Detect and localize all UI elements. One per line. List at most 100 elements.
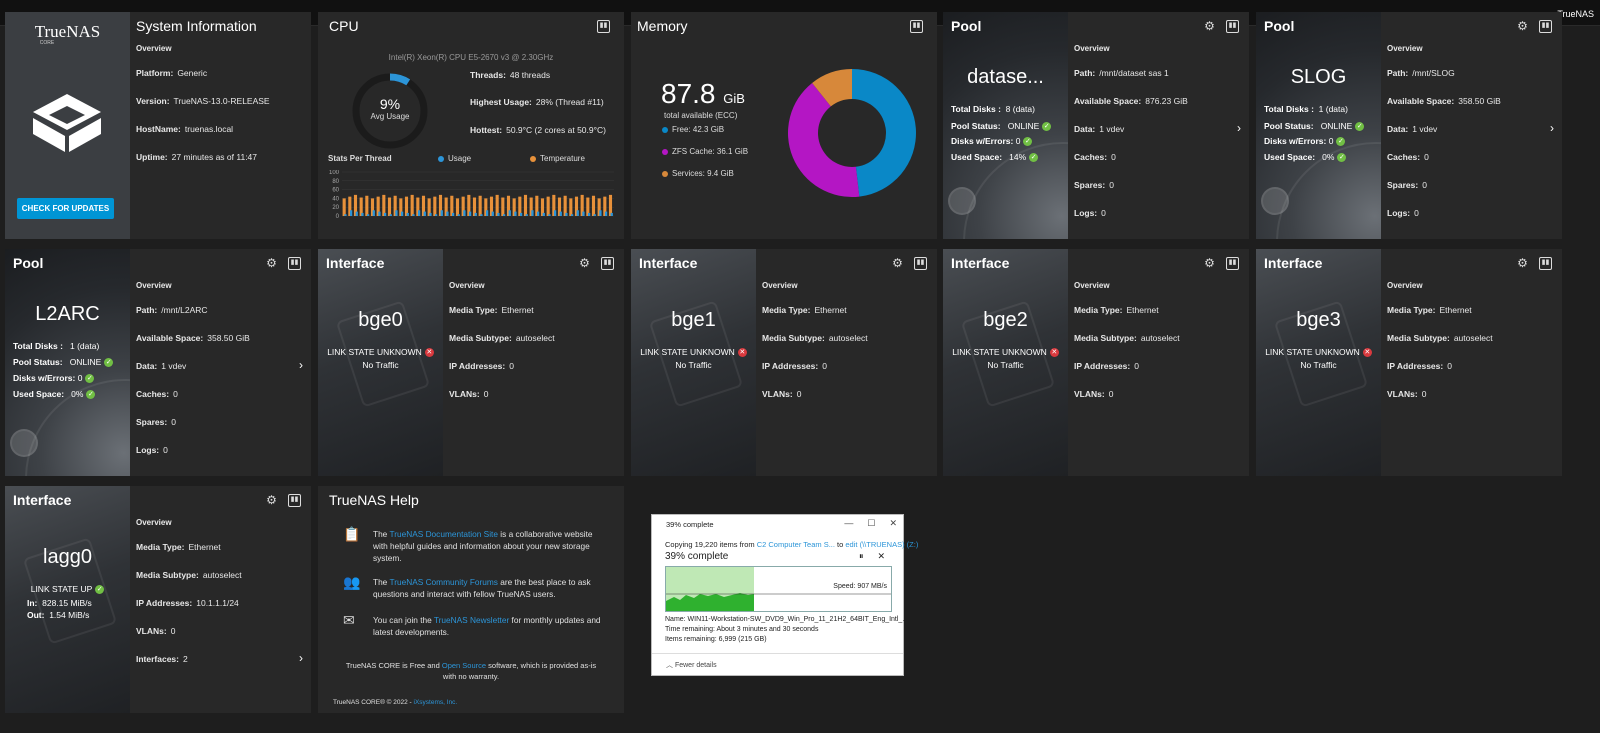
file-copy-dialog: 39% complete — ☐ ✕ Copying 19,220 items … — [651, 514, 918, 676]
interface-settings-gear-icon[interactable]: ⚙ — [578, 257, 591, 270]
media-type-row: Media Type: Ethernet — [1387, 305, 1472, 315]
ixsystems-link[interactable]: iXsystems, Inc. — [414, 699, 458, 706]
people-icon: 👥 — [343, 574, 361, 590]
open-source-link[interactable]: Open Source — [442, 661, 486, 670]
copying-text: Copying 19,220 items from C2 Computer Te… — [665, 540, 919, 549]
threads-row: Threads: 48 threads — [470, 70, 551, 80]
thread-temperature-bar — [546, 196, 550, 216]
pool-reports-icon[interactable]: ▮▮ — [1226, 20, 1239, 33]
fewer-details-button[interactable]: ︿ Fewer details — [666, 660, 717, 670]
pool-total-disks: Total Disks : 1 (data) — [1264, 104, 1348, 114]
pool-avail-row: Available Space: 358.50 GiB — [136, 333, 250, 343]
check-for-updates-button[interactable]: CHECK FOR UPDATES — [17, 198, 114, 219]
cancel-copy-icon[interactable]: ✕ — [877, 551, 885, 562]
thread-usage-bar — [587, 212, 591, 216]
pool-path-row: Path:/mnt/SLOG — [1387, 68, 1455, 78]
media-type-row: Media Type: Ethernet — [136, 542, 221, 552]
temperature-legend: Temperature — [530, 154, 585, 163]
newsletter-link[interactable]: TrueNAS Newsletter — [434, 615, 509, 625]
maximize-icon[interactable]: ☐ — [867, 518, 875, 529]
data-chevron-right-icon[interactable]: › — [1237, 121, 1241, 135]
percent-complete: 39% complete — [665, 551, 729, 562]
transfer-speed: Speed: 907 MB/s — [833, 583, 887, 590]
pool-disk-errors: Disks w/Errors: 0 ✓ — [1264, 136, 1346, 147]
pool-data-row[interactable]: Data: 1 vdev — [1074, 124, 1124, 134]
interface-name: bge1 — [671, 309, 716, 331]
pool-data-row[interactable]: Data: 1 vdev — [136, 361, 186, 371]
pool-title: Pool — [951, 18, 982, 34]
interfaces-chevron-right-icon[interactable]: › — [299, 651, 303, 665]
cpu-gauge-label: 9% Avg Usage — [351, 96, 429, 121]
pool-status: Pool Status: ONLINE ✓ — [951, 121, 1052, 132]
minimize-icon[interactable]: — — [844, 518, 853, 529]
link-error-icon: ✕ — [1362, 348, 1372, 358]
thread-usage-bar — [553, 210, 557, 216]
pool-settings-gear-icon[interactable]: ⚙ — [265, 257, 278, 270]
hottest-row: Hottest: 50.9°C (2 cores at 50.9°C) — [470, 125, 606, 135]
thread-usage-bar — [389, 214, 392, 216]
pool-settings-gear-icon[interactable]: ⚙ — [1516, 20, 1529, 33]
overview-label: Overview — [136, 518, 172, 527]
interface-reports-icon[interactable]: ▮▮ — [914, 257, 927, 270]
close-icon[interactable]: ✕ — [889, 518, 897, 529]
pool-data-row[interactable]: Data: 1 vdev — [1387, 124, 1437, 134]
errors-ok-icon: ✓ — [1336, 137, 1346, 147]
interface-reports-icon[interactable]: ▮▮ — [1226, 257, 1239, 270]
pool-path-row: Path:/mnt/dataset sas 1 — [1074, 68, 1169, 78]
link-state: LINK STATE UNKNOWN ✕ — [952, 347, 1059, 358]
forums-link[interactable]: TrueNAS Community Forums — [389, 577, 498, 587]
errors-ok-icon: ✓ — [85, 374, 95, 384]
pool-avail-row: Available Space: 876.23 GiB — [1074, 96, 1188, 106]
items-remaining-line: Items remaining: 6,999 (215 GB) — [665, 636, 767, 643]
clipboard-icon: 📋 — [343, 526, 361, 542]
thread-usage-bar — [372, 210, 375, 216]
pause-icon[interactable]: ⏸ — [859, 551, 864, 562]
thread-temperature-bar — [478, 195, 482, 216]
media-subtype-row: Media Subtype: autoselect — [1074, 333, 1180, 343]
thread-usage-bar — [514, 211, 517, 216]
memory-legend-services: Services: 9.4 GiB — [662, 169, 734, 178]
memory-card: Memory ▮▮ 87.8 GiB total available (ECC)… — [631, 12, 937, 239]
thread-usage-bar — [485, 210, 489, 216]
overview-label: Overview — [762, 281, 798, 290]
interface-settings-gear-icon[interactable]: ⚙ — [891, 257, 904, 270]
data-chevron-right-icon[interactable]: › — [299, 358, 303, 372]
system-info-card: TrueNAS CORE CHECK FOR UPDATES System In… — [5, 12, 311, 239]
interface-settings-gear-icon[interactable]: ⚙ — [1203, 257, 1216, 270]
docs-link[interactable]: TrueNAS Documentation Site — [389, 529, 498, 539]
pool-name: datase... — [967, 66, 1044, 88]
data-chevron-right-icon[interactable]: › — [1550, 121, 1554, 135]
memory-total-sub: total available (ECC) — [664, 111, 738, 120]
thread-usage-bar — [349, 210, 353, 216]
ethernet-image: Interface bge1 LINK STATE UNKNOWN ✕ No Tr… — [631, 249, 756, 476]
vlans-row: VLANs: 0 — [1074, 389, 1114, 399]
thread-usage-bar — [406, 212, 409, 216]
thread-usage-bar — [604, 211, 608, 216]
pool-name: SLOG — [1290, 66, 1347, 88]
thread-temperature-bar — [495, 194, 499, 216]
interfaces-row[interactable]: Interfaces: 2 — [136, 654, 188, 664]
pool-status: Pool Status: ONLINE ✓ — [13, 357, 114, 368]
copy-source-link[interactable]: C2 Computer Team S... — [757, 540, 835, 549]
ip-addresses-row: IP Addresses: 10.1.1.1/24 — [136, 598, 239, 608]
pool-total-disks: Total Disks : 8 (data) — [951, 104, 1035, 114]
time-remaining-line: Time remaining: About 3 minutes and 30 s… — [665, 626, 819, 633]
pool-reports-icon[interactable]: ▮▮ — [1539, 20, 1552, 33]
interface-settings-gear-icon[interactable]: ⚙ — [265, 494, 278, 507]
cpu-reports-icon[interactable]: ▮▮ — [597, 20, 610, 33]
interface-reports-icon[interactable]: ▮▮ — [288, 494, 301, 507]
pool-card-slog: Pool SLOG Total Disks : 1 (data) Pool St… — [1256, 12, 1562, 239]
pool-logs-row: Logs: 0 — [1387, 208, 1419, 218]
memory-reports-icon[interactable]: ▮▮ — [910, 20, 923, 33]
topbar-brand: TrueNAS — [1557, 9, 1594, 19]
thread-y-tick: 40 — [332, 196, 339, 202]
pool-title: Pool — [13, 255, 44, 271]
pool-settings-gear-icon[interactable]: ⚙ — [1203, 20, 1216, 33]
pool-reports-icon[interactable]: ▮▮ — [288, 257, 301, 270]
copy-destination-link[interactable]: edit (\\TRUENAS) (Z:) — [845, 540, 918, 549]
interface-reports-icon[interactable]: ▮▮ — [601, 257, 614, 270]
thread-usage-bar — [412, 214, 415, 216]
media-type-row: Media Type: Ethernet — [449, 305, 534, 315]
interface-settings-gear-icon[interactable]: ⚙ — [1516, 257, 1529, 270]
interface-reports-icon[interactable]: ▮▮ — [1539, 257, 1552, 270]
